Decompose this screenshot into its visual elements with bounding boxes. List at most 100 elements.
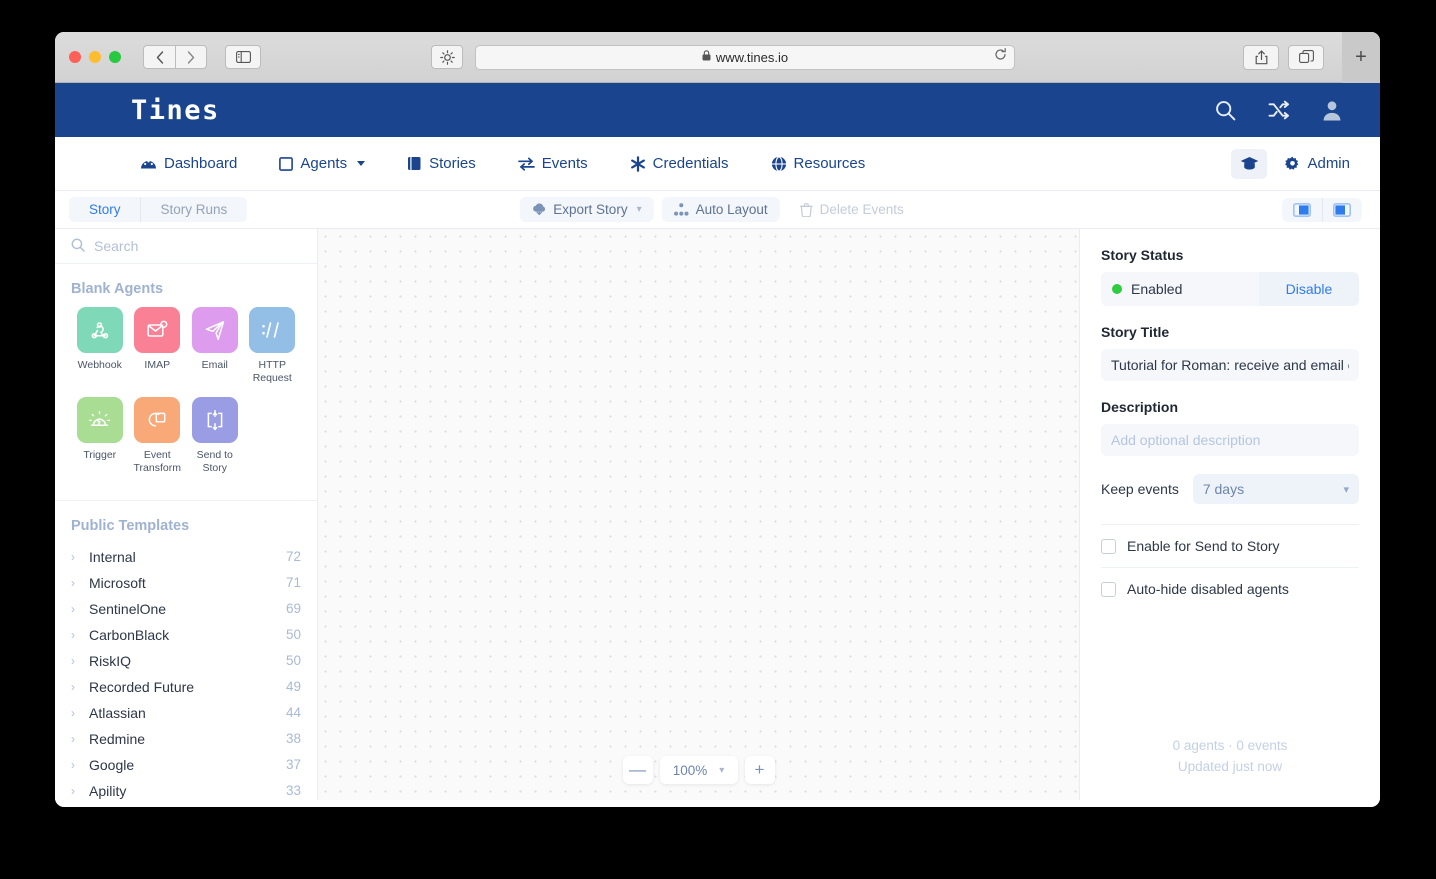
description-label: Description [1101, 399, 1359, 415]
chevron-right-icon: › [71, 784, 89, 798]
sidebar-search-row [55, 229, 317, 264]
reader-view-icon[interactable] [431, 45, 463, 69]
search-icon[interactable] [1215, 100, 1236, 121]
template-row[interactable]: › RiskIQ 50 [55, 648, 317, 674]
keep-events-row: Keep events 7 days ▾ [1101, 474, 1359, 504]
nav-item-resources[interactable]: Resources [771, 155, 866, 172]
graduation-cap-icon[interactable] [1231, 149, 1267, 179]
main-area: Blank Agents Webhook IMAP [55, 229, 1380, 800]
template-row[interactable]: › Redmine 38 [55, 726, 317, 752]
agent-tile-send-to-story[interactable]: Send to Story [186, 397, 244, 475]
nav-item-dashboard[interactable]: Dashboard [140, 155, 237, 172]
agent-label: Trigger [71, 449, 129, 462]
tab-story-runs[interactable]: Story Runs [141, 197, 248, 222]
chevron-down-icon [357, 161, 365, 166]
agent-label: Send to Story [186, 449, 244, 475]
reload-icon[interactable] [994, 48, 1007, 64]
story-status-value-group: Enabled [1101, 272, 1259, 306]
nav-label: Dashboard [164, 155, 237, 172]
template-count: 71 [286, 575, 301, 590]
agent-sidebar: Blank Agents Webhook IMAP [55, 229, 318, 800]
chevron-right-icon: › [71, 550, 89, 564]
chevron-right-icon: › [71, 706, 89, 720]
export-story-button[interactable]: Export Story ▾ [519, 197, 653, 222]
agent-event-counts: 0 agents · 0 events [1101, 735, 1359, 757]
resources-icon [771, 156, 787, 172]
close-window-button[interactable] [69, 51, 81, 63]
checkbox-label: Enable for Send to Story [1127, 538, 1280, 554]
chevron-down-icon: ▾ [719, 765, 724, 776]
stories-icon [407, 156, 422, 171]
chevron-right-icon: › [71, 602, 89, 616]
template-row[interactable]: › Google 37 [55, 752, 317, 778]
chevron-right-icon: › [71, 654, 89, 668]
shuffle-icon[interactable] [1268, 100, 1290, 120]
http-request-icon [249, 307, 295, 353]
sidebar-toggle-icon[interactable] [225, 45, 261, 69]
disable-story-button[interactable]: Disable [1259, 272, 1359, 306]
auto-hide-disabled-agents-row[interactable]: Auto-hide disabled agents [1101, 567, 1359, 610]
nav-item-agents[interactable]: Agents [279, 155, 365, 172]
updated-timestamp: Updated just now [1101, 756, 1359, 778]
agent-tile-trigger[interactable]: Trigger [71, 397, 129, 475]
panel-right-toggle-icon[interactable] [1322, 198, 1362, 222]
search-input[interactable] [94, 238, 284, 254]
template-name: Atlassian [89, 705, 146, 721]
panel-left-toggle-icon[interactable] [1282, 198, 1322, 222]
nav-item-events[interactable]: Events [518, 155, 588, 172]
template-row[interactable]: › Internal 72 [55, 544, 317, 570]
story-canvas[interactable]: — 100% ▾ + [318, 229, 1079, 800]
agent-tile-event-transform[interactable]: Event Transform [129, 397, 187, 475]
template-row[interactable]: › Microsoft 71 [55, 570, 317, 596]
description-input[interactable] [1101, 424, 1359, 456]
browser-window: www.tines.io + Tines [55, 32, 1380, 807]
maximize-window-button[interactable] [109, 51, 121, 63]
template-row[interactable]: › CarbonBlack 50 [55, 622, 317, 648]
nav-item-stories[interactable]: Stories [407, 155, 476, 172]
template-name: RiskIQ [89, 653, 131, 669]
tab-story[interactable]: Story [69, 197, 141, 222]
tines-logo[interactable]: Tines [131, 95, 220, 126]
agent-tile-imap[interactable]: IMAP [129, 307, 187, 385]
address-bar-text: www.tines.io [716, 50, 788, 65]
template-name: Google [89, 757, 134, 773]
story-title-input[interactable] [1101, 349, 1359, 381]
zoom-level-value: 100% [673, 763, 708, 778]
auto-hide-disabled-agents-checkbox[interactable] [1101, 582, 1116, 597]
template-row[interactable]: › SentinelOne 69 [55, 596, 317, 622]
email-send-icon [192, 307, 238, 353]
minimize-window-button[interactable] [89, 51, 101, 63]
hierarchy-icon [674, 203, 689, 216]
keep-events-select[interactable]: 7 days ▾ [1193, 474, 1359, 504]
zoom-level-select[interactable]: 100% ▾ [660, 756, 738, 784]
zoom-in-button[interactable]: + [745, 756, 775, 784]
template-count: 49 [286, 679, 301, 694]
user-icon[interactable] [1322, 100, 1342, 121]
status-badge: Enabled [1131, 281, 1182, 297]
template-row[interactable]: › Atlassian 44 [55, 700, 317, 726]
nav-label: Credentials [653, 155, 729, 172]
delete-events-button[interactable]: Delete Events [788, 197, 916, 222]
forward-button[interactable] [175, 45, 207, 69]
enable-send-to-story-checkbox[interactable] [1101, 539, 1116, 554]
agent-tile-webhook[interactable]: Webhook [71, 307, 129, 385]
tab-overview-icon[interactable] [1288, 45, 1324, 70]
template-row[interactable]: › Recorded Future 49 [55, 674, 317, 700]
nav-item-credentials[interactable]: Credentials [630, 155, 729, 172]
nav-item-admin[interactable]: Admin [1285, 155, 1350, 172]
template-name: Redmine [89, 731, 145, 747]
share-icon[interactable] [1243, 45, 1279, 70]
new-tab-button[interactable]: + [1342, 32, 1380, 83]
zoom-controls: — 100% ▾ + [623, 756, 775, 784]
browser-titlebar: www.tines.io + [55, 32, 1380, 83]
zoom-out-button[interactable]: — [623, 756, 653, 784]
enable-send-to-story-row[interactable]: Enable for Send to Story [1101, 524, 1359, 567]
nav-label: Events [542, 155, 588, 172]
chevron-right-icon: › [71, 758, 89, 772]
agent-tile-email[interactable]: Email [186, 307, 244, 385]
template-row[interactable]: › Apility 33 [55, 778, 317, 801]
auto-layout-button[interactable]: Auto Layout [662, 197, 780, 222]
back-button[interactable] [143, 45, 175, 69]
agent-tile-http-request[interactable]: HTTP Request [244, 307, 302, 385]
address-bar[interactable]: www.tines.io [475, 45, 1015, 70]
